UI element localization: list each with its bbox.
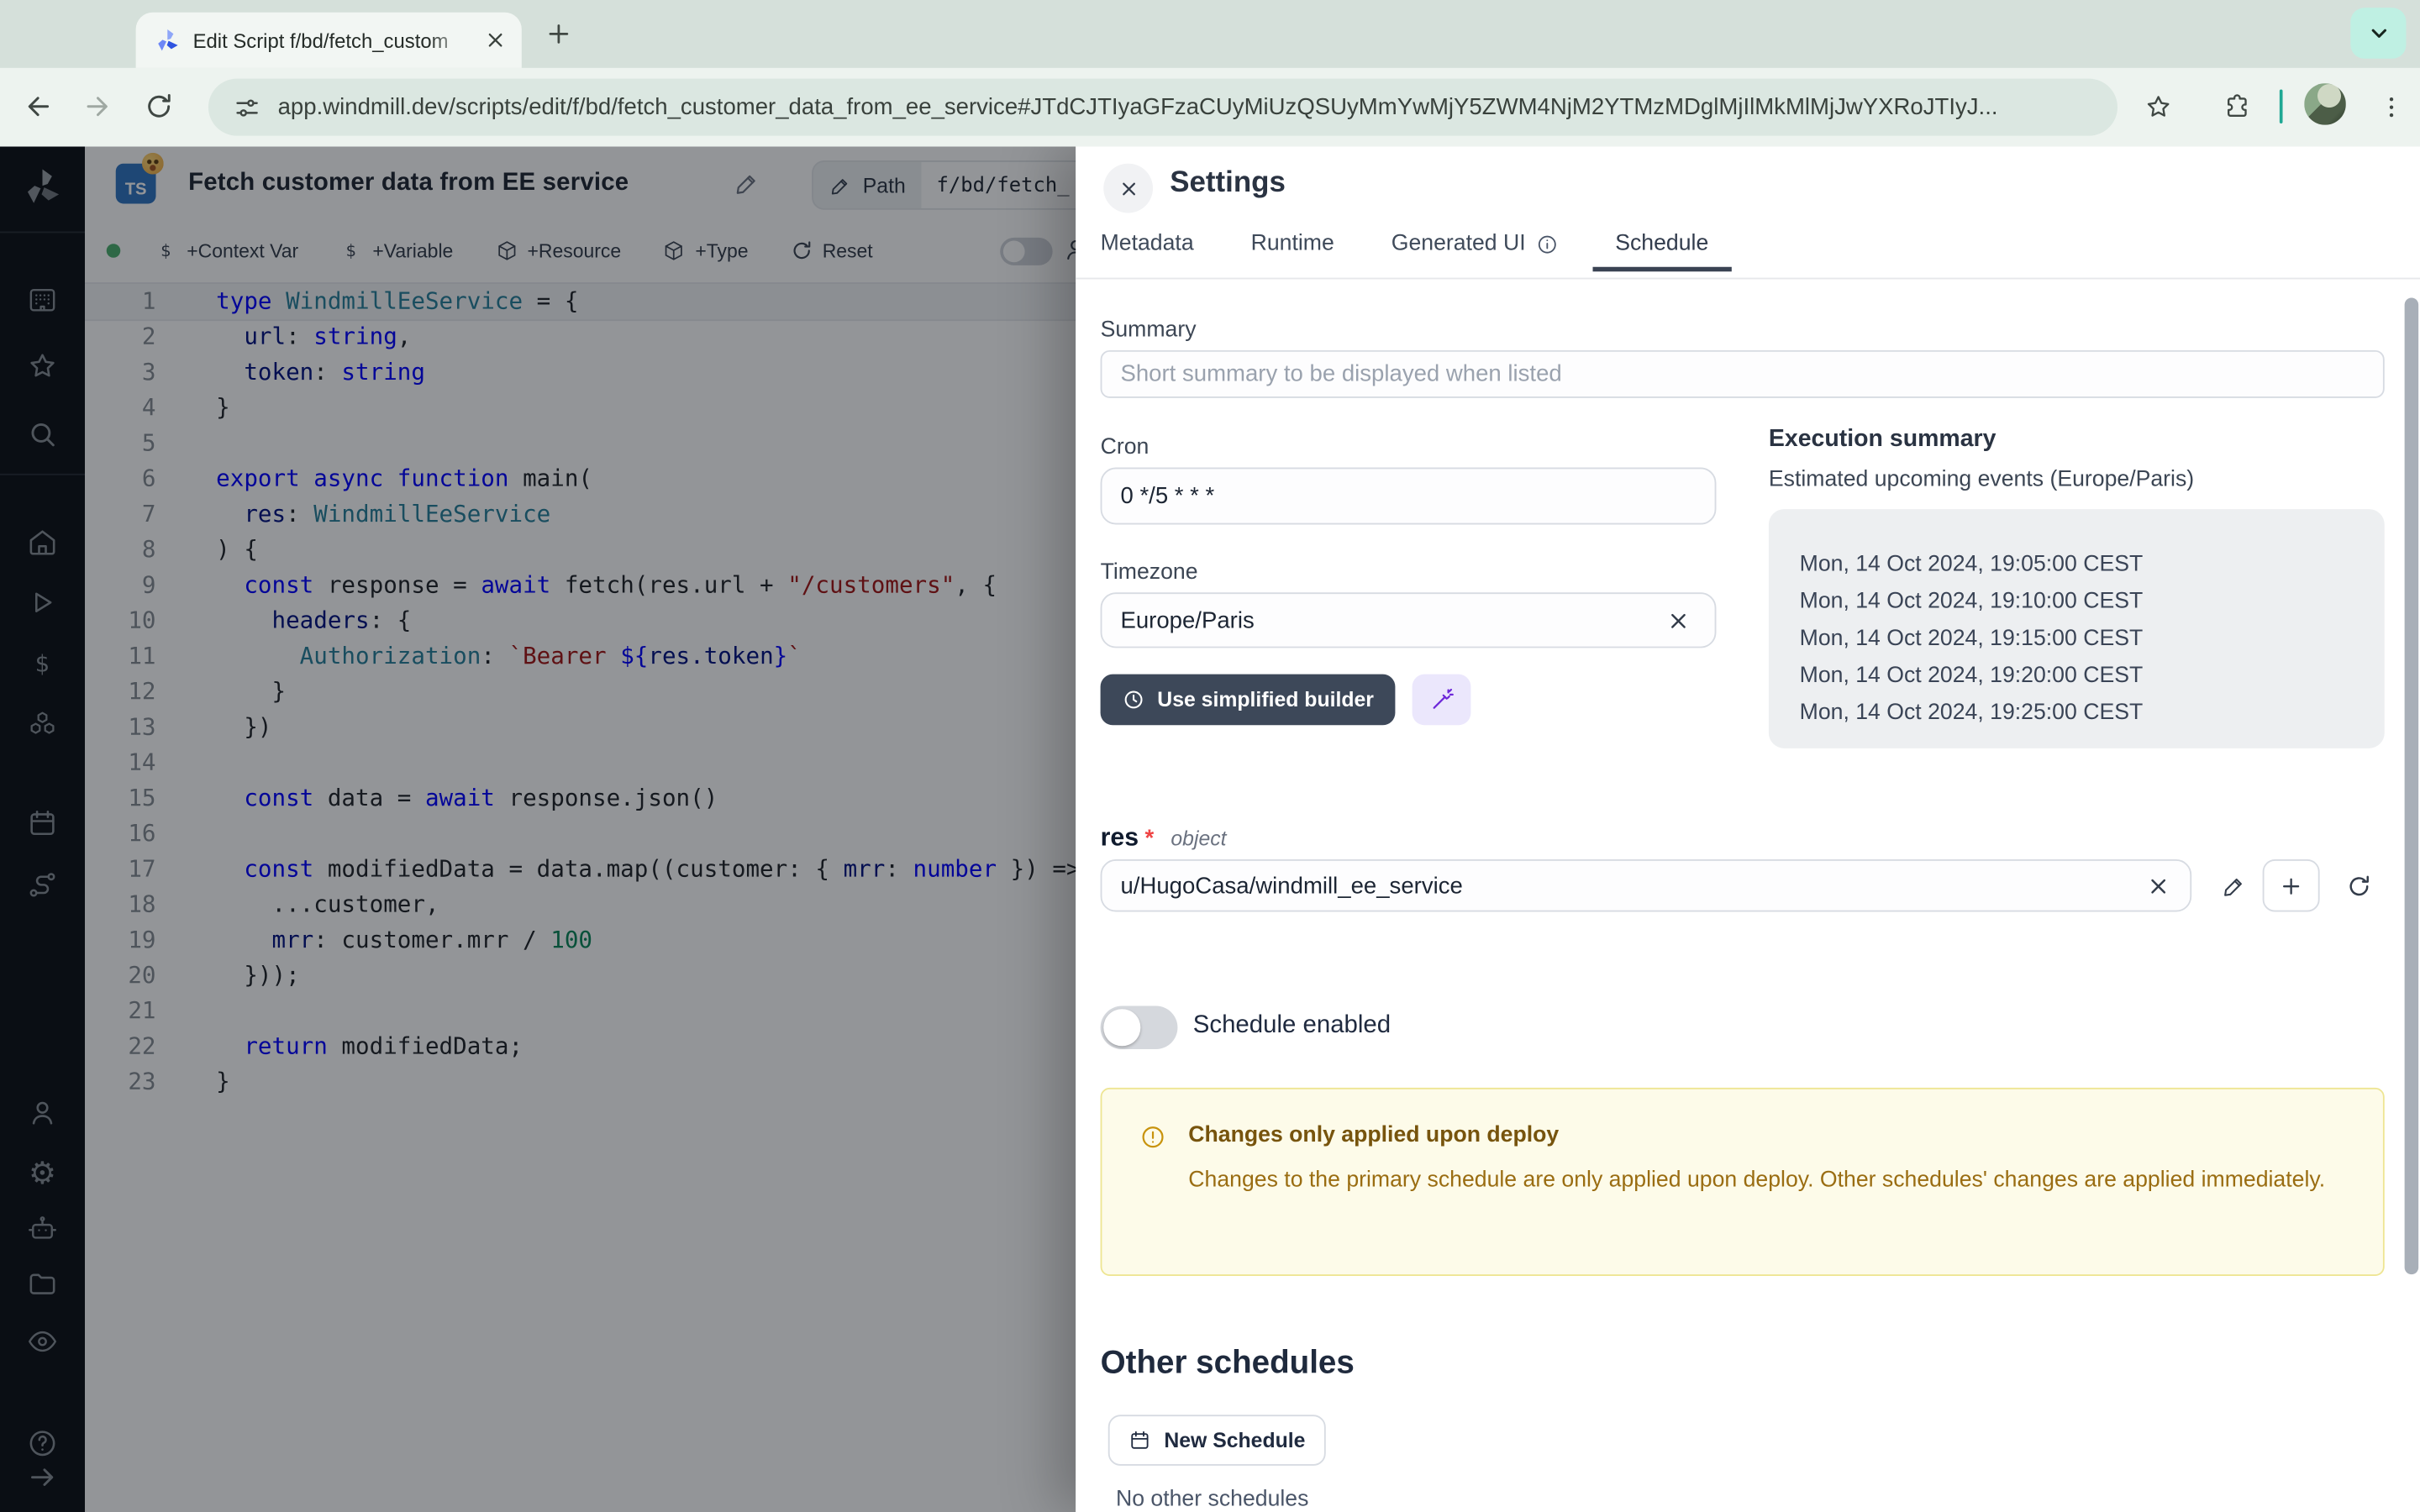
back-button[interactable] — [13, 81, 65, 133]
profile-avatar[interactable] — [2304, 83, 2346, 125]
simplified-builder-button[interactable]: Use simplified builder — [1101, 675, 1396, 726]
browser-menu-icon[interactable] — [2365, 81, 2417, 133]
new-schedule-button[interactable]: New Schedule — [1108, 1415, 1326, 1466]
new-tab-button[interactable] — [544, 18, 575, 50]
drawer-title: Settings — [1170, 166, 1286, 200]
deploy-warning-box: Changes only applied upon deploy Changes… — [1101, 1088, 2385, 1276]
refresh-resource-button[interactable] — [2332, 859, 2384, 911]
warning-circle-icon — [1139, 1123, 1167, 1151]
upcoming-event: Mon, 14 Oct 2024, 19:10:00 CEST — [1800, 583, 2385, 620]
info-circle-icon — [1535, 232, 1559, 255]
schedule-enabled-label: Schedule enabled — [1193, 1012, 1391, 1040]
toolbar-separator — [2280, 90, 2283, 123]
summary-input[interactable] — [1101, 350, 2385, 398]
tab-schedule[interactable]: Schedule — [1615, 232, 1708, 272]
window-chevron-button[interactable] — [2350, 8, 2406, 59]
edit-resource-pencil-button[interactable] — [2207, 859, 2260, 911]
schedule-enabled-toggle[interactable] — [1101, 1006, 1178, 1049]
upcoming-event: Mon, 14 Oct 2024, 19:20:00 CEST — [1800, 657, 2385, 694]
tab-metadata[interactable]: Metadata — [1101, 232, 1194, 272]
cron-label: Cron — [1101, 435, 1150, 459]
resource-input[interactable] — [1101, 859, 2192, 911]
tab-generated-ui[interactable]: Generated UI — [1392, 232, 1558, 272]
timezone-input[interactable] — [1101, 592, 1717, 648]
warning-body: Changes to the primary schedule are only… — [1188, 1163, 2333, 1197]
tab-strip: Edit Script f/bd/fetch_custom — [0, 0, 2420, 68]
res-field-label: res* object — [1101, 824, 1227, 853]
tab-title: Edit Script f/bd/fetch_custom — [193, 29, 471, 52]
close-drawer-button[interactable] — [1103, 164, 1153, 213]
res-type: object — [1171, 827, 1226, 850]
calendar-icon — [1128, 1429, 1152, 1452]
scrollbar-thumb[interactable] — [2405, 297, 2419, 1274]
upcoming-event: Mon, 14 Oct 2024, 19:25:00 CEST — [1800, 695, 2385, 732]
execution-summary-subtitle: Estimated upcoming events (Europe/Paris) — [1769, 468, 2194, 492]
drawer-scrollbar[interactable] — [2405, 146, 2419, 1512]
settings-drawer: Settings Metadata Runtime Generated UI Sche… — [1076, 146, 2420, 1512]
execution-summary-title: Execution summary — [1769, 426, 1996, 454]
summary-label: Summary — [1101, 318, 1197, 342]
other-schedules-title: Other schedules — [1101, 1346, 1355, 1383]
settings-tabs: Metadata Runtime Generated UI Schedule — [1076, 232, 2420, 280]
windmill-app: $⚙ TS Fetch customer data from EE servic… — [0, 146, 2420, 1512]
forward-button[interactable] — [71, 81, 123, 133]
screenshot-root: Edit Script f/bd/fetch_custom app.windmi… — [0, 0, 2420, 1512]
timezone-label: Timezone — [1101, 560, 1198, 585]
res-name: res — [1101, 824, 1139, 853]
required-asterisk: * — [1144, 826, 1154, 852]
new-schedule-label: New Schedule — [1164, 1429, 1305, 1452]
clear-resource-icon[interactable] — [2145, 874, 2171, 900]
clock-icon — [1122, 688, 1145, 711]
cron-input[interactable] — [1101, 468, 1717, 525]
bookmark-star-icon[interactable] — [2132, 81, 2184, 133]
url-text: app.windmill.dev/scripts/edit/f/bd/fetch… — [278, 94, 1998, 120]
tab-runtime[interactable]: Runtime — [1251, 232, 1334, 272]
windmill-favicon-icon — [155, 27, 181, 53]
add-resource-button[interactable] — [2263, 859, 2320, 911]
simplified-builder-label: Use simplified builder — [1157, 688, 1374, 711]
drawer-backdrop[interactable] — [0, 146, 1076, 1512]
address-bar[interactable]: app.windmill.dev/scripts/edit/f/bd/fetch… — [208, 79, 2118, 136]
clear-timezone-icon[interactable] — [1665, 608, 1691, 634]
extensions-puzzle-icon[interactable] — [2210, 81, 2262, 133]
upcoming-event: Mon, 14 Oct 2024, 19:15:00 CEST — [1800, 620, 2385, 657]
browser-tab[interactable]: Edit Script f/bd/fetch_custom — [136, 13, 522, 68]
browser-chrome: Edit Script f/bd/fetch_custom app.windmi… — [0, 0, 2420, 146]
upcoming-events-list: Mon, 14 Oct 2024, 19:05:00 CESTMon, 14 O… — [1769, 509, 2385, 748]
ai-wand-button[interactable] — [1413, 675, 1471, 726]
upcoming-event: Mon, 14 Oct 2024, 19:05:00 CEST — [1800, 546, 2385, 583]
browser-toolbar: app.windmill.dev/scripts/edit/f/bd/fetch… — [0, 68, 2420, 147]
tab-close-icon[interactable] — [483, 28, 508, 52]
no-other-schedules-text: No other schedules — [1116, 1488, 1308, 1512]
warning-title: Changes only applied upon deploy — [1188, 1123, 1559, 1147]
reload-button[interactable] — [133, 81, 185, 133]
site-settings-icon[interactable] — [233, 93, 260, 121]
